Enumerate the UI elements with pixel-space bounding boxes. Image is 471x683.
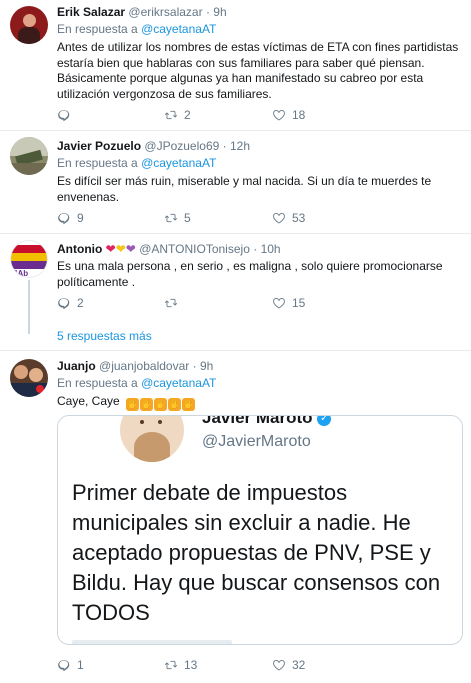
avatar[interactable]: 4Ab	[10, 240, 48, 278]
thread-line	[28, 280, 30, 334]
retweet-count: 5	[184, 211, 191, 225]
reply-button[interactable]: 1	[57, 658, 84, 672]
heart-emojis: ❤❤❤	[105, 242, 136, 256]
tweet-text: Antes de utilizar los nombres de estas v…	[57, 40, 459, 101]
reply-count: 2	[77, 296, 84, 310]
reply-icon	[57, 108, 71, 122]
user-name[interactable]: Juanjo	[57, 359, 96, 373]
reply-count: 9	[77, 211, 84, 225]
like-button[interactable]: 53	[272, 211, 305, 225]
retweet-button[interactable]: 5	[164, 211, 191, 225]
mention-link[interactable]: @cayetanaAT	[141, 22, 216, 36]
verified-badge-icon: ✓	[317, 416, 332, 426]
show-more-replies-link[interactable]: 5 respuestas más	[57, 329, 152, 343]
emoji-row: ✋ ✋ ✋ ✋ ✋	[126, 394, 196, 411]
timestamp[interactable]: 10h	[261, 242, 281, 256]
emoji-icon: ✋	[154, 398, 168, 411]
retweet-button[interactable]: 13	[164, 658, 197, 672]
mention-link[interactable]: @cayetanaAT	[141, 156, 216, 170]
retweet-count: 2	[184, 108, 191, 122]
heart-icon	[272, 108, 286, 122]
emoji-icon: ✋	[126, 398, 140, 411]
tweet-text: Es una mala persona , en serio , es mali…	[57, 259, 443, 289]
reply-icon	[57, 296, 71, 310]
retweet-icon	[164, 658, 178, 672]
avatar[interactable]	[10, 6, 48, 44]
embed-author-name: Javier Maroto	[202, 415, 313, 427]
retweet-icon	[164, 211, 178, 225]
embed-author-handle: @JavierMaroto	[202, 433, 311, 450]
emoji-icon: ✋	[182, 398, 196, 411]
like-count: 15	[292, 296, 306, 310]
timestamp[interactable]: 9h	[200, 359, 213, 373]
user-name[interactable]: Javier Pozuelo	[57, 139, 141, 153]
embed-text: Primer debate de impuestos municipales s…	[72, 480, 441, 625]
embed-avatar	[120, 416, 184, 462]
reply-context: En respuesta a @cayetanaAT	[57, 376, 217, 390]
reply-context: En respuesta a @cayetanaAT	[57, 22, 217, 36]
retweet-count: 13	[184, 658, 198, 672]
heart-icon	[272, 296, 286, 310]
user-handle[interactable]: @ANTONIOTonisejo	[139, 242, 250, 256]
reply-button[interactable]: 9	[57, 211, 84, 225]
tweet-2[interactable]: Javier Pozuelo @JPozuelo69 · 12h En resp…	[0, 131, 471, 234]
tweet-1[interactable]: Erik Salazar @erikrsalazar · 9h En respu…	[0, 0, 471, 131]
retweet-icon	[164, 108, 178, 122]
reply-context: En respuesta a @cayetanaAT	[57, 156, 217, 170]
like-count: 53	[292, 211, 306, 225]
like-count: 32	[292, 658, 306, 672]
reply-icon	[57, 658, 71, 672]
user-handle[interactable]: @erikrsalazar	[128, 5, 202, 19]
like-button[interactable]: 32	[272, 658, 305, 672]
emoji-icon: ✋	[140, 398, 154, 411]
retweet-button[interactable]: 2	[164, 108, 191, 122]
like-count: 18	[292, 108, 306, 122]
like-button[interactable]: 18	[272, 108, 305, 122]
like-button[interactable]: 15	[272, 296, 305, 310]
user-name[interactable]: Erik Salazar	[57, 5, 125, 19]
reply-count: 1	[77, 658, 84, 672]
reply-icon	[57, 211, 71, 225]
embedded-image[interactable]: Javier Maroto ✓ @JavierMaroto Primer deb…	[57, 415, 463, 645]
heart-icon	[272, 658, 286, 672]
embed-cut-footer	[72, 640, 232, 644]
user-name[interactable]: Antonio	[57, 242, 102, 256]
heart-icon	[272, 211, 286, 225]
tweet-text: Caye, Caye ✋ ✋ ✋ ✋ ✋	[57, 394, 196, 411]
user-handle[interactable]: @juanjobaldovar	[99, 359, 189, 373]
reply-button[interactable]	[57, 108, 77, 122]
mention-link[interactable]: @cayetanaAT	[141, 376, 216, 390]
reply-button[interactable]: 2	[57, 296, 84, 310]
avatar[interactable]	[10, 359, 48, 397]
timestamp[interactable]: 9h	[213, 5, 226, 19]
timestamp[interactable]: 12h	[230, 139, 250, 153]
emoji-icon: ✋	[168, 398, 182, 411]
retweet-button[interactable]	[164, 296, 184, 310]
tweet-text: Es difícil ser más ruin, miserable y mal…	[57, 174, 432, 204]
tweet-3[interactable]: 4Ab Antonio ❤❤❤ @ANTONIOTonisejo · 10h E…	[0, 234, 471, 351]
user-handle[interactable]: @JPozuelo69	[144, 139, 219, 153]
avatar[interactable]	[10, 137, 48, 175]
retweet-icon	[164, 296, 178, 310]
